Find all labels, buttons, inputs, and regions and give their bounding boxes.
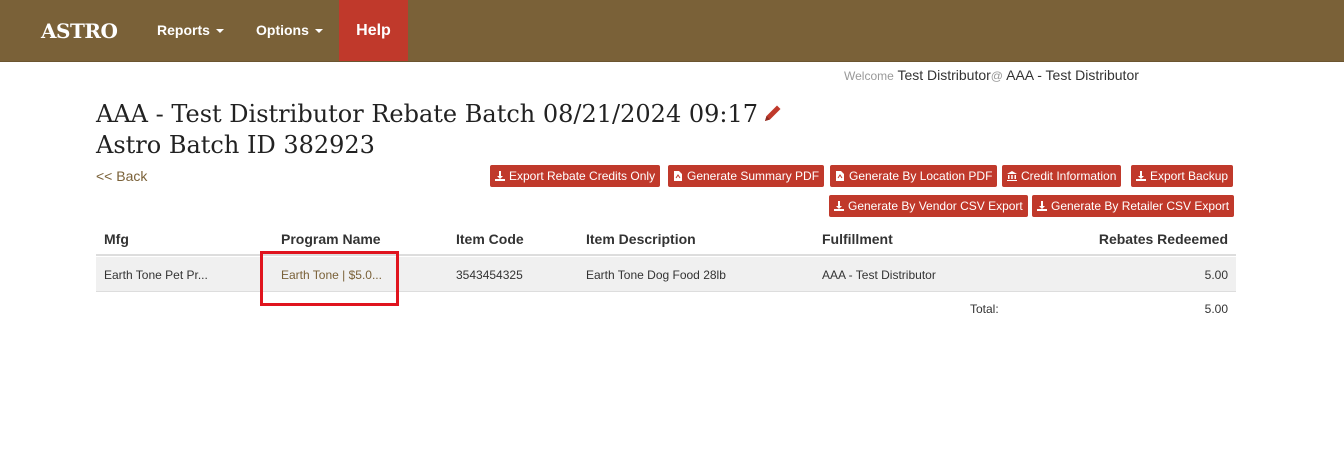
- generate-location-pdf-button[interactable]: Generate By Location PDF: [830, 165, 998, 187]
- page-title: AAA - Test Distributor Rebate Batch 08/2…: [96, 99, 784, 131]
- generate-retailer-csv-button[interactable]: Generate By Retailer CSV Export: [1032, 195, 1235, 217]
- page-subtitle: Astro Batch ID 382923: [96, 131, 375, 159]
- nav-options-label: Options: [256, 22, 309, 38]
- cell-mfg: Earth Tone Pet Pr...: [104, 268, 208, 282]
- welcome-user: Test Distributor: [897, 67, 991, 83]
- caret-down-icon: [215, 29, 224, 34]
- top-navbar: ASTRO Reports Options Help: [0, 0, 1344, 62]
- highlight-box: [260, 251, 399, 306]
- generate-summary-pdf-label: Generate Summary PDF: [687, 169, 820, 183]
- column-header-fulfillment[interactable]: Fulfillment: [822, 231, 893, 247]
- export-backup-label: Export Backup: [1150, 169, 1229, 183]
- generate-summary-pdf-button[interactable]: Generate Summary PDF: [668, 165, 825, 187]
- brand-logo[interactable]: ASTRO: [41, 19, 118, 43]
- download-icon: [1037, 196, 1047, 211]
- welcome-at: @: [990, 69, 1003, 83]
- generate-vendor-csv-label: Generate By Vendor CSV Export: [848, 199, 1023, 213]
- back-link[interactable]: << Back: [96, 168, 147, 184]
- total-value: 5.00: [1204, 302, 1228, 316]
- column-header-program-name[interactable]: Program Name: [281, 231, 381, 247]
- credit-information-label: Credit Information: [1021, 169, 1117, 183]
- download-icon: [834, 196, 844, 211]
- export-rebate-credits-label: Export Rebate Credits Only: [509, 169, 656, 183]
- pdf-file-icon: [835, 166, 845, 181]
- total-label: Total:: [970, 302, 999, 316]
- nav-options[interactable]: Options: [256, 22, 323, 38]
- welcome-label: Welcome: [844, 69, 894, 83]
- cell-item-description: Earth Tone Dog Food 28lb: [586, 268, 726, 282]
- cell-fulfillment: AAA - Test Distributor: [822, 268, 936, 282]
- column-header-mfg[interactable]: Mfg: [104, 231, 129, 247]
- nav-reports-label: Reports: [157, 22, 210, 38]
- download-icon: [1136, 166, 1146, 181]
- welcome-org: AAA - Test Distributor: [1006, 67, 1139, 83]
- pencil-edit-icon[interactable]: [762, 101, 784, 131]
- caret-down-icon: [314, 29, 323, 34]
- download-icon: [495, 166, 505, 181]
- welcome-bar: Welcome Test Distributor@ AAA - Test Dis…: [844, 67, 1139, 83]
- nav-help[interactable]: Help: [339, 0, 408, 61]
- cell-item-code: 3543454325: [456, 268, 523, 282]
- page-title-text: AAA - Test Distributor Rebate Batch 08/2…: [96, 100, 759, 128]
- generate-retailer-csv-label: Generate By Retailer CSV Export: [1051, 199, 1230, 213]
- generate-location-pdf-label: Generate By Location PDF: [849, 169, 993, 183]
- column-header-item-code[interactable]: Item Code: [456, 231, 524, 247]
- nav-reports[interactable]: Reports: [157, 22, 224, 38]
- export-rebate-credits-button[interactable]: Export Rebate Credits Only: [490, 165, 661, 187]
- cell-rebates-redeemed: 5.00: [1204, 268, 1228, 282]
- column-header-item-description[interactable]: Item Description: [586, 231, 696, 247]
- generate-vendor-csv-button[interactable]: Generate By Vendor CSV Export: [829, 195, 1028, 217]
- bank-icon: [1007, 166, 1017, 181]
- pdf-file-icon: [673, 166, 683, 181]
- column-header-rebates-redeemed[interactable]: Rebates Redeemed: [1099, 231, 1228, 247]
- credit-information-button[interactable]: Credit Information: [1002, 165, 1122, 187]
- export-backup-button[interactable]: Export Backup: [1131, 165, 1234, 187]
